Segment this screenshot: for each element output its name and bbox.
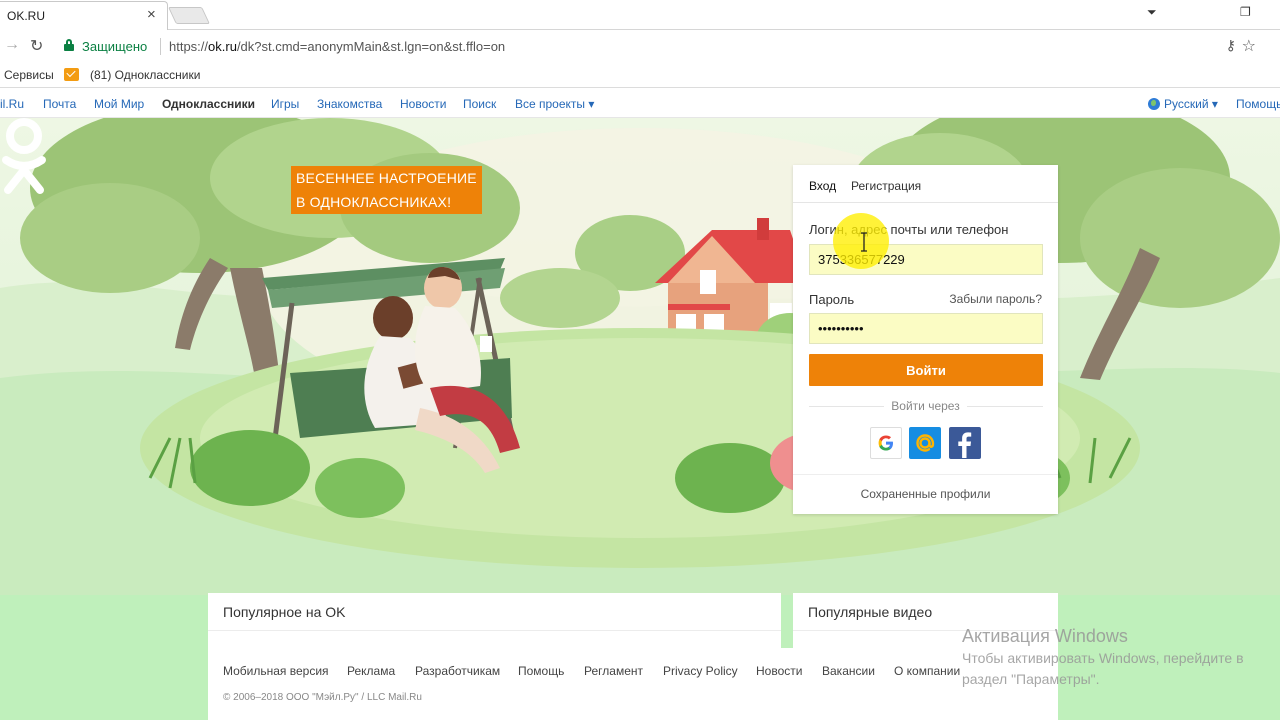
panel-title: Популярное на OK <box>223 604 346 620</box>
footer-link-help[interactable]: Помощь <box>518 664 564 678</box>
google-login-button[interactable] <box>870 427 902 459</box>
browser-tabstrip: OK.RU × ⏷ ❐ <box>0 0 1280 31</box>
new-tab-button[interactable] <box>168 7 210 24</box>
panel-title: Популярные видео <box>808 604 933 620</box>
mailru-login-button[interactable] <box>909 427 941 459</box>
footer-link-jobs[interactable]: Вакансии <box>822 664 875 678</box>
login-tabs: Вход Регистрация <box>793 165 1058 203</box>
forgot-password-link[interactable]: Забыли пароль? <box>949 292 1042 306</box>
portal-link-igry[interactable]: Игры <box>271 97 299 111</box>
portal-link-poisk[interactable]: Поиск <box>463 97 496 111</box>
hero-illustration: ВЕСЕННЕЕ НАСТРОЕНИЕ В ОДНОКЛАССНИКАХ! <box>0 118 1280 595</box>
footer: Мобильная версия Реклама Разработчикам П… <box>208 648 1058 720</box>
portal-link-all-projects[interactable]: Все проекты ▾ <box>515 97 594 111</box>
google-icon <box>878 435 893 451</box>
watermark-line-1: Чтобы активировать Windows, перейдите в <box>962 650 1244 666</box>
tab-title: OK.RU <box>7 9 46 23</box>
portal-link-odnoklassniki[interactable]: Одноклассники <box>162 97 255 111</box>
globe-icon <box>1148 98 1160 110</box>
footer-link-ads[interactable]: Реклама <box>347 664 395 678</box>
portal-link-moy-mir[interactable]: Мой Мир <box>94 97 144 111</box>
facebook-icon <box>958 432 972 458</box>
password-input[interactable] <box>809 313 1043 344</box>
portal-nav: il.Ru Почта Мой Мир Одноклассники Игры З… <box>0 89 1280 118</box>
portal-link-novosti[interactable]: Новости <box>400 97 446 111</box>
browser-toolbar: → ↻ Защищено https://ok.ru/dk?st.cmd=ano… <box>0 30 1280 62</box>
spring-scene-illustration <box>0 118 1280 595</box>
login-form: Вход Регистрация Логин, адрес почты или … <box>793 165 1058 514</box>
footer-link-about[interactable]: О компании <box>894 664 960 678</box>
bookmarks-bar: Сервисы (81) Одноклассники <box>0 62 1280 88</box>
star-icon[interactable]: ☆ <box>1242 36 1256 56</box>
login-submit-button[interactable]: Войти <box>809 354 1043 386</box>
forward-arrow-icon[interactable]: → <box>4 36 20 54</box>
footer-link-mobile[interactable]: Мобильная версия <box>223 664 329 678</box>
facebook-login-button[interactable] <box>949 427 981 459</box>
footer-link-news[interactable]: Новости <box>756 664 802 678</box>
mail-icon <box>64 68 79 81</box>
url-text[interactable]: https://ok.ru/dk?st.cmd=anonymMain&st.lg… <box>169 39 505 54</box>
portal-link-pochta[interactable]: Почта <box>43 97 76 111</box>
copyright-text: © 2006–2018 ООО "Мэйл.Ру" / LLC Mail.Ru <box>223 692 422 703</box>
reload-icon[interactable]: ↻ <box>30 36 43 56</box>
saved-profiles-link[interactable]: Сохраненные профили <box>793 487 1058 501</box>
promo-banner[interactable]: ВЕСЕННЕЕ НАСТРОЕНИЕ В ОДНОКЛАССНИКАХ! <box>291 166 482 214</box>
close-icon[interactable]: × <box>147 6 156 23</box>
divider <box>793 474 1058 475</box>
ok-logo-icon[interactable] <box>0 118 48 196</box>
promo-line-1: ВЕСЕННЕЕ НАСТРОЕНИЕ <box>296 170 477 186</box>
login-via-label: Войти через <box>793 399 1058 413</box>
popular-ok-panel: Популярное на OK <box>208 593 781 653</box>
language-selector[interactable]: Русский ▾ <box>1148 97 1218 111</box>
browser-tab-active[interactable]: OK.RU × <box>0 1 168 31</box>
watermark-line-2: раздел "Параметры". <box>962 671 1100 687</box>
footer-link-developers[interactable]: Разработчикам <box>415 664 500 678</box>
address-bar[interactable]: Защищено https://ok.ru/dk?st.cmd=anonymM… <box>56 34 1256 59</box>
bookmark-apps[interactable]: Сервисы <box>4 68 54 82</box>
lock-icon <box>64 39 74 52</box>
portal-link-znakomstva[interactable]: Знакомства <box>317 97 382 111</box>
promo-line-2: В ОДНОКЛАССНИКАХ! <box>296 194 452 210</box>
footer-link-rules[interactable]: Регламент <box>584 664 643 678</box>
omnibox-separator <box>160 38 161 55</box>
portal-link-mailru[interactable]: il.Ru <box>0 97 24 111</box>
minimize-icon[interactable]: ⏷ <box>1147 5 1157 20</box>
secure-label: Защищено <box>82 39 148 54</box>
watermark-title: Активация Windows <box>962 626 1128 646</box>
bookmark-odnoklassniki[interactable]: (81) Одноклассники <box>90 68 200 82</box>
tab-register[interactable]: Регистрация <box>851 179 921 193</box>
portal-link-help[interactable]: Помощь <box>1236 97 1280 111</box>
at-sign-icon <box>916 434 935 452</box>
divider <box>208 630 781 631</box>
restore-icon[interactable]: ❐ <box>1240 5 1251 19</box>
windows-activation-watermark: Активация Windows Чтобы активировать Win… <box>962 626 1244 689</box>
key-icon[interactable]: ⚷ <box>1226 37 1236 54</box>
tab-login[interactable]: Вход <box>809 179 836 193</box>
footer-link-privacy[interactable]: Privacy Policy <box>663 664 738 678</box>
password-field-label: Пароль <box>809 292 855 307</box>
text-cursor-icon <box>861 232 867 252</box>
